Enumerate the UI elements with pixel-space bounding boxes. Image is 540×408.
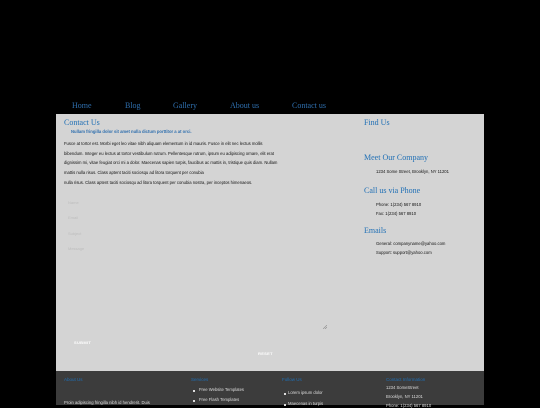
footer: About Us Proin adipiscing fringilla nibh… — [56, 371, 484, 408]
paragraph-line: nulla risus. Class aptent taciti sociosq… — [64, 179, 253, 185]
general-email: General: companyname@yahoo.com — [376, 241, 446, 246]
content-panel: Contact Us Nullam fringilla dolor sit am… — [56, 114, 484, 371]
bullet-icon — [193, 390, 195, 392]
reset-button[interactable]: RESET — [258, 351, 273, 356]
main-nav: Home Blog Gallery About us Contact us — [0, 101, 540, 113]
footer-follow-link[interactable]: Lorem ipsum dolor — [288, 390, 323, 395]
footer-contact-line: Phone: 1(234) 567 8910 — [386, 403, 432, 408]
submit-button[interactable]: SUBMIT — [74, 340, 91, 345]
company-address: 1234 Some Street, Brooklyn, NY 11201 — [376, 169, 449, 174]
footer-about-title: About Us — [64, 377, 83, 382]
paragraph-line: Fusce at tortor est. Morbi eget leo vita… — [64, 141, 263, 146]
contact-intro: Nullam fringilla dolor sit amet nulla di… — [71, 129, 192, 134]
meet-company-title: Meet Our Company — [364, 153, 428, 162]
nav-home[interactable]: Home — [72, 101, 92, 110]
message-label: Message — [68, 246, 85, 251]
footer-service-link[interactable]: Free Website Templates — [199, 387, 244, 392]
nav-gallery[interactable]: Gallery — [173, 101, 197, 110]
bullet-icon — [284, 393, 286, 395]
emails-title: Emails — [364, 226, 387, 235]
name-label: Name — [68, 200, 79, 205]
subject-label: Subject — [68, 231, 82, 236]
footer-contact-line: Brooklyn, NY 11201 — [386, 394, 423, 399]
footer-service-link[interactable]: Free Flash Templates — [199, 397, 239, 402]
textarea-resize-icon[interactable] — [323, 325, 327, 329]
footer-services-title: Services — [191, 377, 209, 382]
footer-contact-line: 1234 SomeStreet — [386, 385, 419, 390]
fax-number: Fax: 1(234) 567 8910 — [376, 211, 417, 216]
find-us-title: Find Us — [364, 118, 390, 127]
footer-about-text: Proin adipiscing fringilla nibh id hendr… — [64, 400, 150, 405]
support-email: Support: support@yahoo.com — [376, 250, 432, 255]
nav-about-us[interactable]: About us — [230, 101, 259, 110]
phone-number: Phone: 1(234) 567 8910 — [376, 202, 422, 207]
paragraph-line: dignissim mi, vitae feugiat orci mi a do… — [64, 160, 278, 166]
contact-title: Contact Us — [64, 118, 100, 127]
call-title: Call us via Phone — [364, 186, 421, 195]
footer-follow-title: Follow Us — [282, 377, 302, 382]
paragraph-line: mattis nulla risus. Class aptent taciti … — [64, 170, 204, 176]
footer-contact-title: Contact Information — [386, 377, 426, 382]
contact-paragraph: Fusce at tortor est. Morbi eget leo vita… — [64, 139, 329, 188]
email-label: Email — [68, 215, 79, 220]
nav-contact-us[interactable]: Contact us — [292, 101, 326, 110]
footer-follow-link[interactable]: Maecenas in turpis — [288, 401, 323, 406]
nav-blog[interactable]: Blog — [125, 101, 141, 110]
bullet-icon — [193, 400, 195, 402]
paragraph-line: bibendum. Integer eu lectus at tortor ve… — [64, 150, 274, 156]
